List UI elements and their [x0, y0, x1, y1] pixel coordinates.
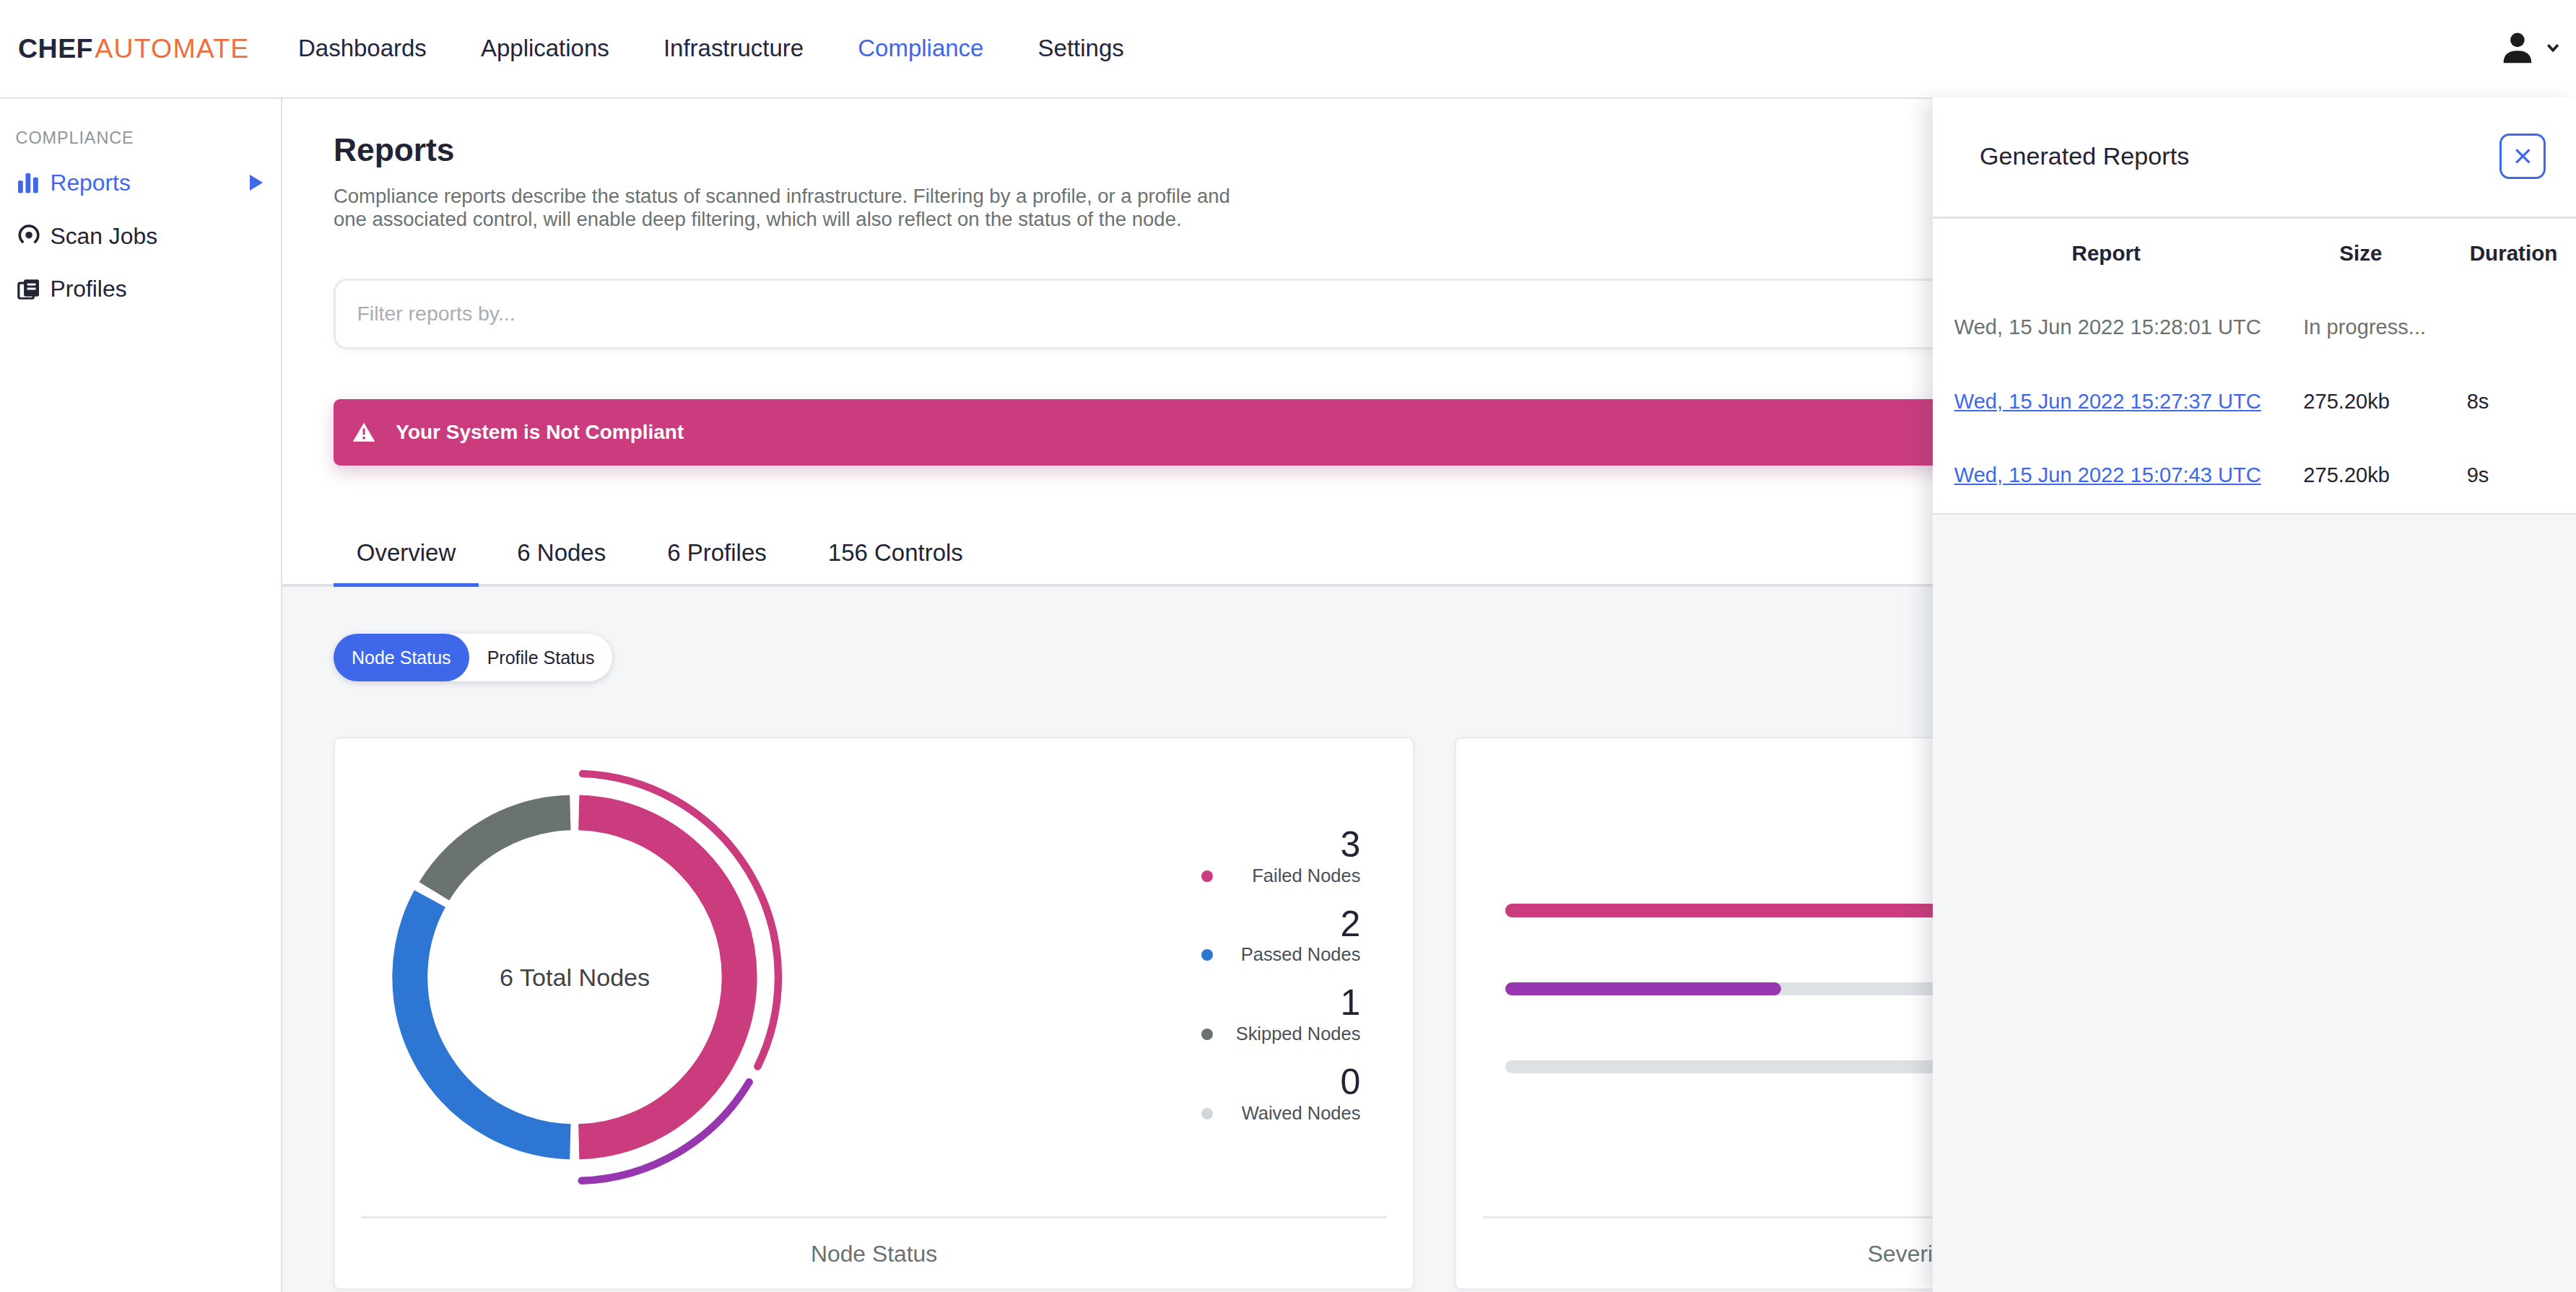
sidebar-item-label: Profiles: [50, 276, 126, 302]
legend-item-passed: 2 Passed Nodes: [1180, 904, 1360, 966]
brand-logo[interactable]: CHEFAUTOMATE: [18, 0, 249, 97]
navbar: CHEFAUTOMATE Dashboards Applications Inf…: [0, 0, 2576, 99]
tab-overview[interactable]: Overview: [334, 523, 479, 584]
report-row: Wed, 15 Jun 2022 15:28:01 UTC In progres…: [1933, 315, 2576, 341]
legend-dot-passed: [1201, 949, 1213, 961]
donut-legend: 3 Failed Nodes 2 Passed Nodes 1 Skipped …: [1180, 825, 1360, 1142]
column-header-duration: Duration: [2470, 241, 2558, 266]
sidebar-item-scan-jobs[interactable]: Scan Jobs: [0, 214, 281, 257]
warning-icon: [352, 422, 376, 443]
column-header-size: Size: [2339, 241, 2382, 266]
report-duration: 8s: [2467, 390, 2489, 414]
arrow-right-icon: [250, 175, 263, 191]
node-status-card: 6 Total Nodes 3 Failed Nodes 2 Passed No…: [334, 737, 1414, 1291]
brand-chef: CHEF: [18, 33, 93, 64]
toggle-profile-status[interactable]: Profile Status: [469, 634, 613, 681]
legend-value: 1: [1180, 983, 1360, 1023]
brand-automate: AUTOMATE: [95, 33, 249, 64]
toggle-node-status[interactable]: Node Status: [334, 634, 469, 681]
status-toggle-group: Node Status Profile Status: [334, 634, 613, 681]
nav-item-applications[interactable]: Applications: [481, 35, 609, 62]
main-nav: Dashboards Applications Infrastructure C…: [298, 0, 1124, 97]
legend-value: 3: [1180, 825, 1360, 865]
app-root: CHEFAUTOMATE Dashboards Applications Inf…: [0, 0, 2576, 1292]
nav-item-infrastructure[interactable]: Infrastructure: [663, 35, 804, 62]
sidebar-item-profiles[interactable]: Profiles: [0, 268, 281, 310]
legend-item-skipped: 1 Skipped Nodes: [1180, 983, 1360, 1045]
nav-item-dashboards[interactable]: Dashboards: [298, 35, 427, 62]
report-size: 275.20kb: [2303, 390, 2390, 414]
report-date: Wed, 15 Jun 2022 15:28:01 UTC: [1954, 315, 2261, 339]
report-date-link[interactable]: Wed, 15 Jun 2022 15:27:37 UTC: [1954, 390, 2261, 414]
legend-value: 0: [1180, 1062, 1360, 1102]
generated-reports-table-section: Generated Reports Report Size Duration W…: [1933, 97, 2576, 515]
chevron-down-icon: [2546, 43, 2559, 53]
legend-label: Failed Nodes: [1252, 865, 1360, 886]
alert-text: Your System is Not Compliant: [396, 421, 684, 444]
legend-label: Skipped Nodes: [1236, 1023, 1361, 1044]
page-description-line1: Compliance reports describe the status o…: [334, 185, 1230, 208]
report-row: Wed, 15 Jun 2022 15:07:43 UTC 275.20kb 9…: [1933, 463, 2576, 489]
page-description: Compliance reports describe the status o…: [334, 185, 1230, 231]
legend-dot-skipped: [1201, 1029, 1213, 1040]
node-status-card-title: Node Status: [335, 1241, 1413, 1267]
report-row: Wed, 15 Jun 2022 15:27:37 UTC 275.20kb 8…: [1933, 390, 2576, 416]
card-divider: [361, 1216, 1386, 1218]
sidebar-item-reports[interactable]: Reports: [0, 161, 281, 204]
legend-value: 2: [1180, 904, 1360, 944]
donut-center-label: 6 Total Nodes: [500, 963, 650, 991]
report-size: In progress...: [2303, 315, 2426, 339]
legend-dot-failed: [1201, 870, 1213, 882]
legend-dot-waived: [1201, 1108, 1213, 1119]
panel-title: Generated Reports: [1980, 142, 2189, 170]
tab-nodes[interactable]: 6 Nodes: [494, 523, 629, 584]
user-menu[interactable]: [2500, 0, 2559, 97]
tab-profiles[interactable]: 6 Profiles: [644, 523, 789, 584]
sidebar: COMPLIANCE Reports Scan Jobs: [0, 99, 282, 1292]
close-icon: [2515, 148, 2531, 165]
report-duration: 9s: [2467, 463, 2489, 487]
legend-label: Waived Nodes: [1242, 1103, 1361, 1123]
legend-label: Passed Nodes: [1241, 944, 1361, 964]
page-description-line2: one associated control, will enable deep…: [334, 208, 1230, 231]
sidebar-item-label: Reports: [50, 169, 131, 196]
nav-item-compliance[interactable]: Compliance: [858, 35, 983, 62]
severity-bar-fill: [1505, 982, 1780, 995]
legend-item-waived: 0 Waived Nodes: [1180, 1062, 1360, 1125]
column-header-report: Report: [2072, 241, 2141, 266]
legend-item-failed: 3 Failed Nodes: [1180, 825, 1360, 887]
report-size: 275.20kb: [2303, 463, 2390, 487]
bar-chart-icon: [16, 169, 42, 195]
nav-item-settings[interactable]: Settings: [1038, 35, 1124, 62]
sidebar-item-label: Scan Jobs: [50, 222, 157, 249]
user-icon: [2500, 32, 2535, 65]
report-date-link[interactable]: Wed, 15 Jun 2022 15:07:43 UTC: [1954, 463, 2261, 487]
generated-reports-panel: Generated Reports Report Size Duration W…: [1933, 97, 2576, 1292]
page-title: Reports: [334, 132, 455, 168]
panel-header-divider: [1933, 217, 2576, 218]
documents-icon: [16, 276, 42, 302]
tab-controls[interactable]: 156 Controls: [805, 523, 986, 584]
scan-target-icon: [16, 222, 42, 248]
sidebar-section-label: COMPLIANCE: [16, 128, 134, 148]
close-button[interactable]: [2499, 134, 2546, 179]
